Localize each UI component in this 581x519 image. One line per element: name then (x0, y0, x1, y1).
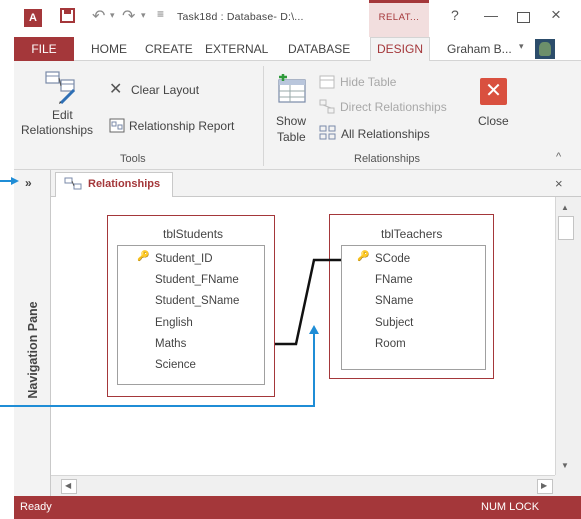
num-lock-indicator: NUM LOCK (481, 501, 540, 513)
vertical-scroll-thumb[interactable] (558, 216, 574, 240)
relationship-overlay (0, 177, 341, 407)
relationship-join-line (275, 258, 341, 346)
scroll-left-arrow-icon[interactable]: ◀ (65, 481, 71, 490)
scroll-right-icon[interactable]: ▶ (541, 481, 547, 490)
callout-arrow-join (0, 333, 315, 407)
callout-arrowhead-join (309, 325, 319, 334)
status-text: Ready (20, 501, 52, 513)
horizontal-scrollbar[interactable] (51, 475, 555, 496)
callout-arrowhead-nav (11, 177, 19, 185)
scroll-corner (555, 475, 581, 496)
scroll-down-icon[interactable]: ▼ (561, 461, 569, 470)
scroll-up-icon[interactable]: ▲ (561, 203, 569, 212)
